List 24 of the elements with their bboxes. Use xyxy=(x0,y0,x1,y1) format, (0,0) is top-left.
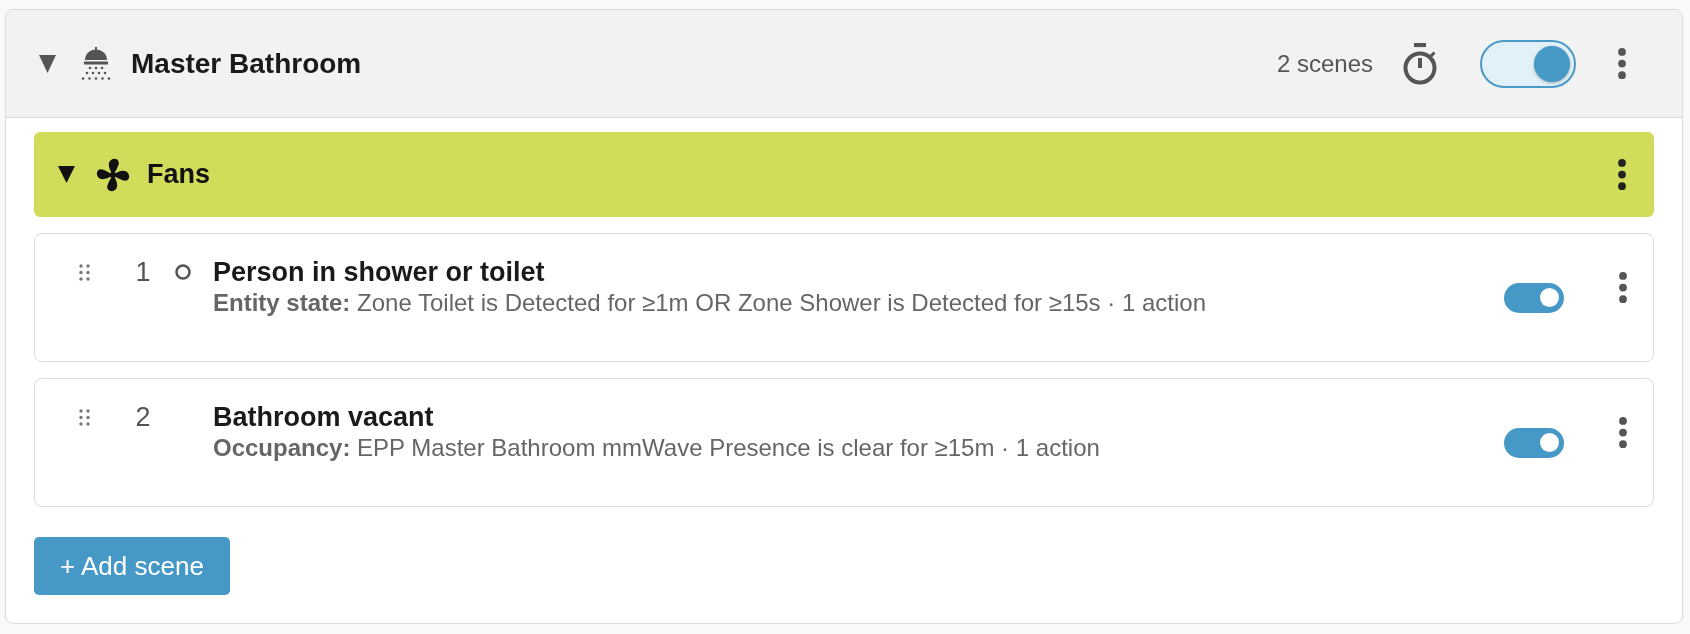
toggle-switch[interactable] xyxy=(1504,427,1564,458)
more-options-icon[interactable] xyxy=(1618,48,1626,79)
more-options-icon[interactable] xyxy=(1619,272,1627,303)
toggle-switch[interactable] xyxy=(1504,282,1564,313)
fan-icon xyxy=(96,157,130,192)
drag-handle-icon[interactable] xyxy=(79,263,90,281)
more-options-icon[interactable] xyxy=(1618,159,1626,190)
drag-handle-icon[interactable] xyxy=(79,408,90,426)
group-title: Fans xyxy=(147,159,211,190)
scene-condition: Entity state: Zone Toilet is Detected for ≥1m OR Zone Shower is Detected for ≥15s · 1 action xyxy=(213,288,1206,317)
stopwatch-icon[interactable] xyxy=(1402,42,1438,85)
toggle-switch[interactable] xyxy=(1480,39,1576,88)
room-title: Master Bathroom xyxy=(131,47,362,80)
caret-icon[interactable] xyxy=(39,54,56,73)
caret-icon[interactable] xyxy=(58,166,75,183)
scene-count: 2 scenes xyxy=(1276,49,1373,78)
more-options-icon[interactable] xyxy=(1619,417,1627,448)
add-scene-button[interactable]: + Add scene xyxy=(34,537,230,595)
scene-number: 2 xyxy=(134,401,152,433)
scene-title: Bathroom vacant xyxy=(213,401,434,433)
scene-number: 1 xyxy=(134,256,152,288)
scene-condition: Occupancy: EPP Master Bathroom mmWave Presence is clear for ≥15m · 1 action xyxy=(213,433,1100,462)
scene-title: Person in shower or toilet xyxy=(213,256,545,288)
shower-icon xyxy=(81,46,111,81)
